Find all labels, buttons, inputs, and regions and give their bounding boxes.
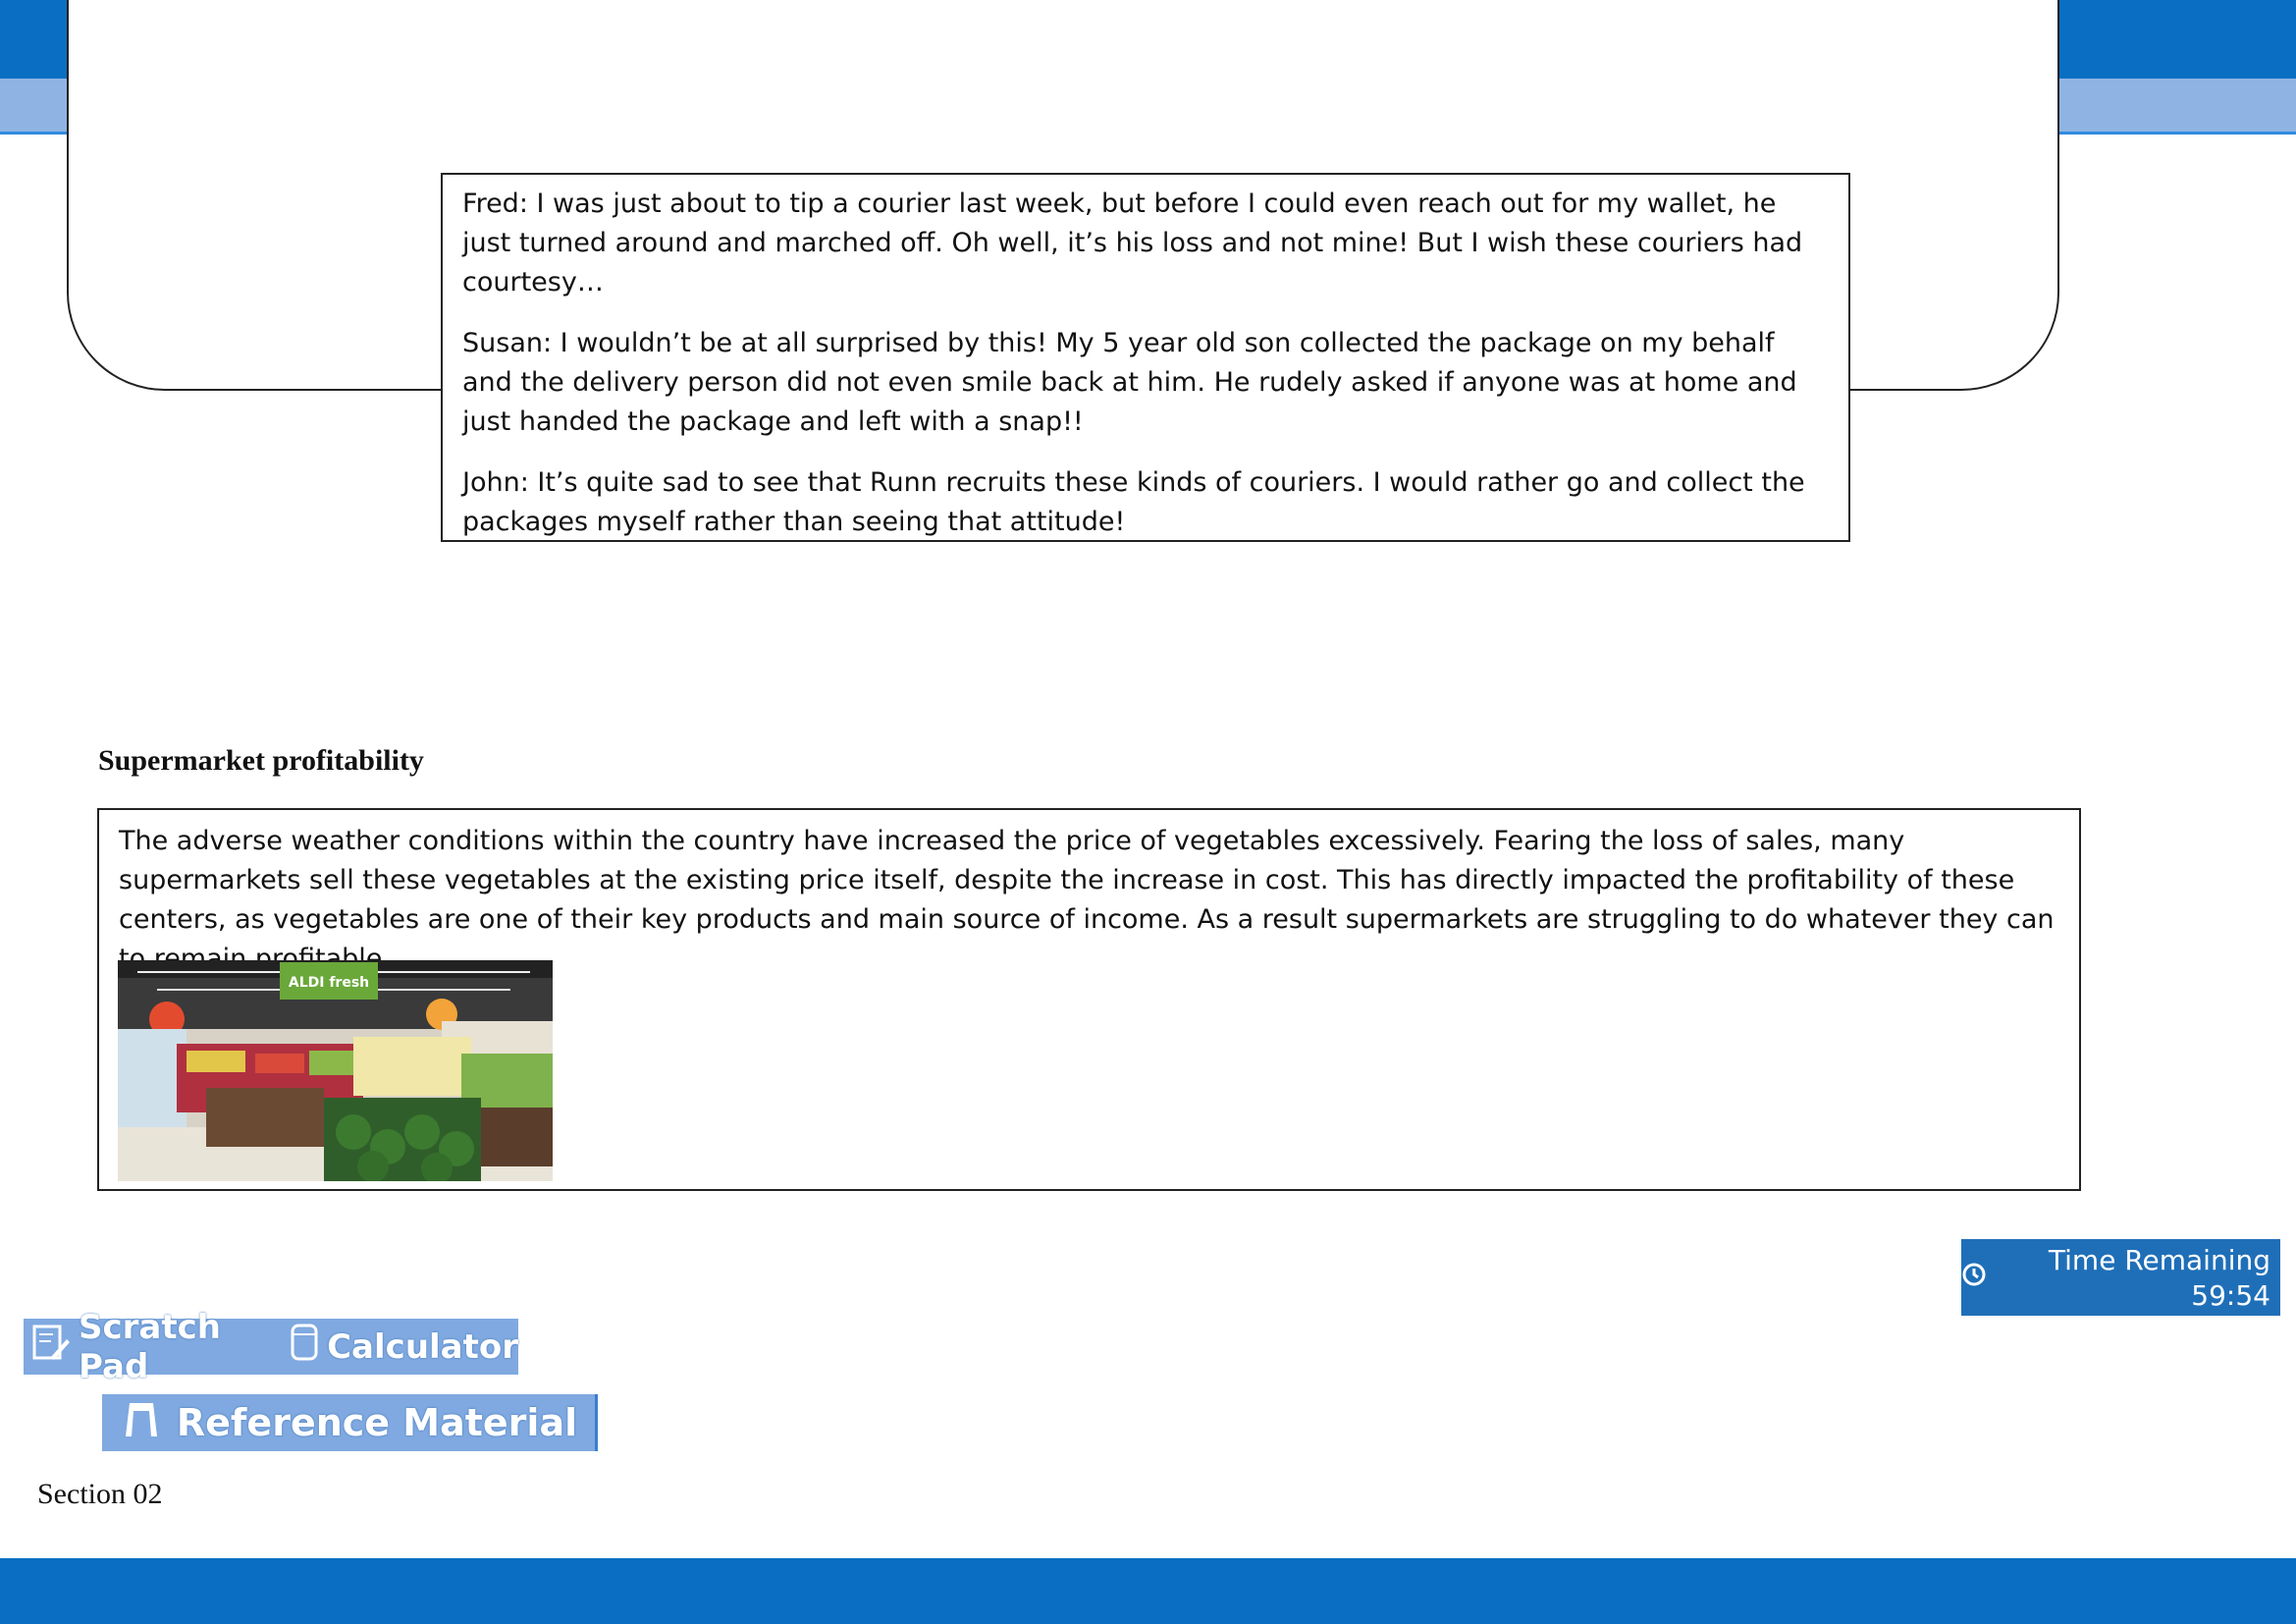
time-remaining-row: Time Remaining 59:54 <box>1961 1243 2270 1314</box>
clock-icon <box>1961 1261 1987 1296</box>
scratch-pad-label: Scratch Pad <box>79 1307 221 1386</box>
section-label: Section 02 <box>37 1478 163 1510</box>
reference-icon <box>120 1397 163 1449</box>
tool-buttons: Scratch Pad Calculator <box>24 1308 518 1386</box>
scratch-pad-icon <box>31 1324 71 1370</box>
calculator-label: Calculator <box>327 1326 518 1367</box>
comment-susan: Susan: I wouldn’t be at all surprised by… <box>462 328 1797 437</box>
reference-material-button[interactable]: Reference Material <box>102 1394 598 1451</box>
page-counter: 1 of 2 <box>2191 1315 2270 1347</box>
scenario-heading: Supermarket profitability <box>98 744 424 777</box>
reference-label: Reference Material <box>176 1401 578 1444</box>
comment-john: John: It’s quite sad to see that Runn re… <box>462 467 1805 537</box>
page-counter-row: 1 of 2 <box>1961 1314 2270 1349</box>
footer-band <box>0 1558 2296 1624</box>
timer-panel: Time Remaining 59:54 1 of 2 <box>1961 1239 2280 1347</box>
scratch-pad-button[interactable]: Scratch Pad <box>31 1308 276 1386</box>
time-remaining: Time Remaining 59:54 <box>2048 1244 2270 1312</box>
supermarket-photo: ALDI fresh <box>118 960 553 1181</box>
pages-icon <box>2155 1314 2184 1349</box>
calculator-button[interactable]: Calculator <box>290 1323 518 1371</box>
calculator-icon <box>290 1323 319 1371</box>
customer-comments-box: Fred: I was just about to tip a courier … <box>441 173 1850 542</box>
aldi-sign: ALDI fresh <box>289 975 369 991</box>
scenario-body: The adverse weather conditions within th… <box>119 826 2055 974</box>
comment-fred: Fred: I was just about to tip a courier … <box>462 189 1803 298</box>
